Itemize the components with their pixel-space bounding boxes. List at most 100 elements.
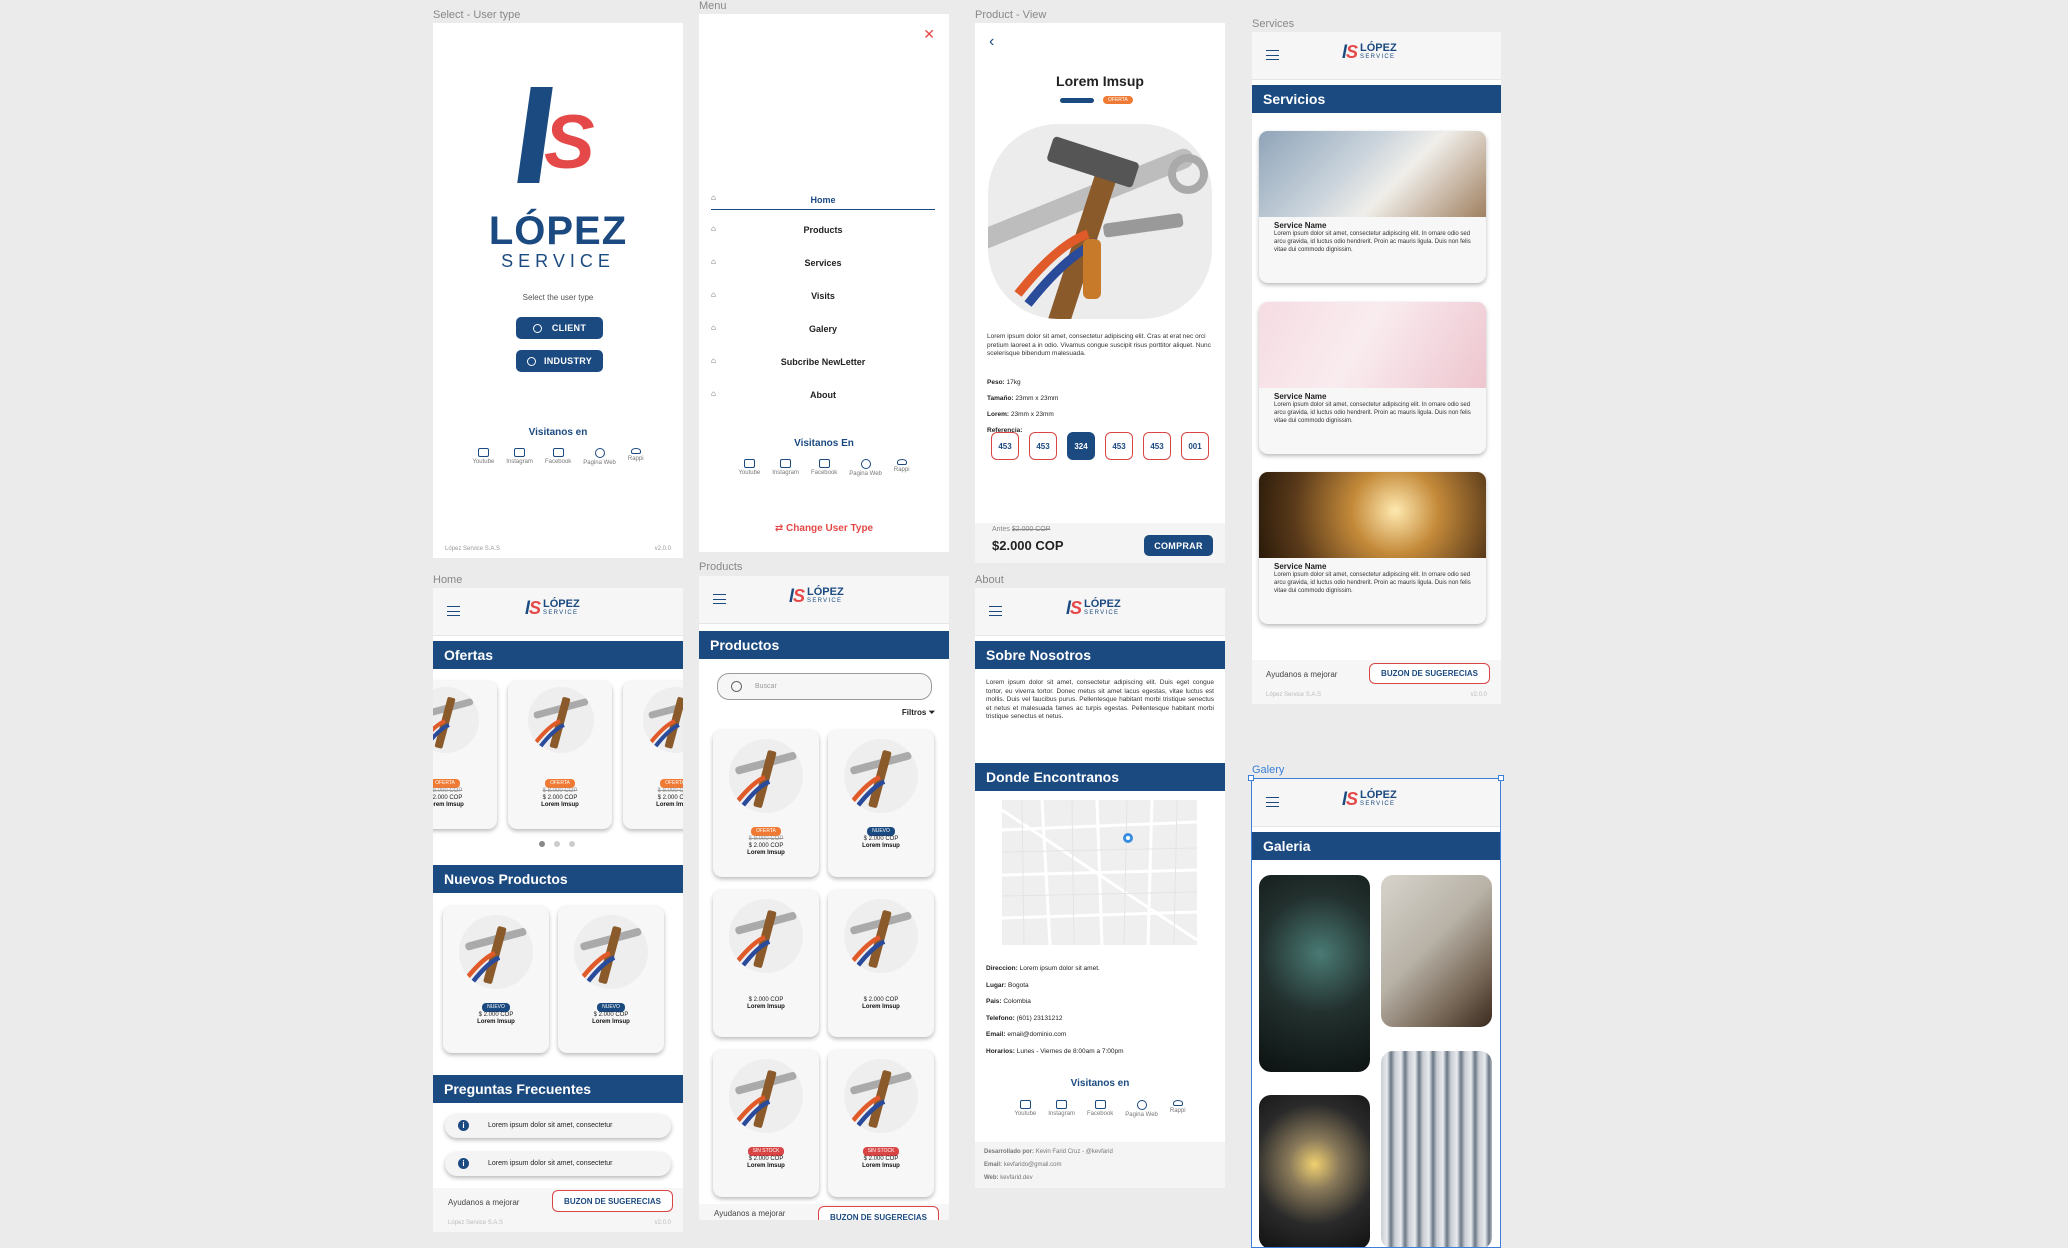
offer-card[interactable]: OFERTA$ 8.000 COP$ 2.000 COPLorem Imsup (623, 681, 683, 829)
reference-option[interactable]: 001 (1181, 432, 1209, 460)
service-image (1259, 472, 1486, 558)
frame-label-products: Products (699, 561, 743, 573)
new-product-card[interactable]: NUEVO $ 2.000 COP Lorem Imsup (558, 906, 664, 1053)
reference-option[interactable]: 453 (1029, 432, 1057, 460)
social-facebook[interactable]: Facebook (811, 459, 837, 477)
menu-item-services[interactable]: ⌂ Services (711, 243, 935, 276)
dev-row: Web: kevfarid.dev (984, 1175, 1033, 1181)
close-icon[interactable]: ✕ (923, 26, 935, 43)
menu-icon[interactable] (1266, 50, 1279, 60)
social-web[interactable]: Pagina Web (583, 448, 616, 466)
suggestions-button[interactable]: BUZON DE SUGERECIAS (1369, 663, 1490, 684)
dev-row: Desarrollado por: Kevin Farid Cruz - @ke… (984, 1149, 1113, 1155)
info-row: Email: email@dominio.com (986, 1031, 1067, 1039)
back-icon[interactable]: ‹ (989, 33, 994, 51)
contact-info: Direccion: Lorem ipsum dolor sit amet. L… (986, 961, 1124, 1061)
menu-item-newsletter[interactable]: ⌂ Subcribe NewLetter (711, 342, 935, 375)
about-frame: lS LÓPEZ SERVICE Sobre Nosotros Lorem ipsu… (975, 588, 1225, 1188)
top-bar: lS LÓPEZ SERVICE (1252, 32, 1501, 80)
menu-icon[interactable] (713, 594, 726, 604)
menu-item-about[interactable]: ⌂ About (711, 375, 935, 408)
gallery-image[interactable] (1259, 875, 1370, 1072)
reference-option[interactable]: 453 (1105, 432, 1133, 460)
menu-item-galery[interactable]: ⌂ Galery (711, 309, 935, 342)
service-card[interactable]: Service Name Lorem ipsum dolor sit amet, … (1259, 302, 1486, 454)
facebook-icon (818, 459, 830, 468)
frame-label-services: Services (1252, 18, 1295, 30)
product-card[interactable]: NUEVO $ 2.000 COP Lorem Imsup (828, 730, 934, 877)
top-bar: lS LÓPEZ SERVICE (1252, 779, 1500, 827)
menu-icon[interactable] (447, 606, 460, 616)
service-card[interactable]: Service Name Lorem ipsum dolor sit amet, … (1259, 472, 1486, 624)
gallery-image[interactable] (1381, 1051, 1492, 1247)
user-icon (526, 356, 536, 366)
selection-handle[interactable] (1498, 775, 1504, 781)
out-of-stock-badge: SIN STOCK (747, 1147, 785, 1156)
brand-logo: S (517, 87, 608, 187)
social-youtube[interactable]: Youtube (738, 459, 760, 477)
product-card[interactable]: $ 2.000 COP Lorem Imsup (713, 890, 819, 1037)
offer-badge: OFERTA (433, 779, 460, 788)
social-facebook[interactable]: Facebook (1087, 1100, 1113, 1118)
visit-heading: Visitanos En (794, 438, 854, 449)
carousel-dot-active[interactable] (539, 841, 545, 847)
product-image (528, 687, 594, 753)
social-facebook[interactable]: Facebook (545, 448, 571, 466)
suggestions-button[interactable]: BUZON DE SUGERECIAS (552, 1190, 673, 1212)
reference-option[interactable]: 453 (991, 432, 1019, 460)
service-card[interactable]: Service Name Lorem ipsum dolor sit amet, … (1259, 131, 1486, 283)
product-card[interactable]: SIN STOCK $ 2.000 COP Lorem Imsup (713, 1050, 819, 1197)
social-rappi[interactable]: Rappi (894, 459, 910, 477)
about-text: Lorem ipsum dolor sit amet, consectetur … (986, 679, 1214, 721)
suggestions-button[interactable]: BUZON DE SUGERECIAS (818, 1206, 939, 1220)
client-button[interactable]: CLIENT (516, 317, 603, 339)
social-web[interactable]: Pagina Web (1125, 1100, 1158, 1118)
info-row: Telefono: (601) 23131212 (986, 1014, 1063, 1022)
visit-heading: Visitanos en (1070, 1078, 1130, 1089)
gallery-heading: Galeria (1252, 832, 1500, 860)
social-youtube[interactable]: Youtube (472, 448, 494, 466)
menu-item-home[interactable]: ⌂ Home (711, 177, 935, 210)
selection-handle[interactable] (1248, 775, 1254, 781)
filters-button[interactable]: Filtros ⏷ (902, 708, 935, 718)
buy-button[interactable]: COMPRAR (1144, 535, 1213, 556)
reference-option[interactable]: 453 (1143, 432, 1171, 460)
search-input[interactable]: Buscar (717, 673, 932, 700)
gallery-image[interactable] (1259, 1095, 1370, 1247)
visit-heading: Visitanos en (528, 427, 588, 438)
faq-item[interactable]: i Lorem ipsum dolor sit amet, consectetu… (445, 1152, 671, 1176)
reference-option-selected[interactable]: 324 (1067, 432, 1095, 460)
social-web[interactable]: Pagina Web (849, 459, 882, 477)
industry-button[interactable]: INDUSTRY (516, 350, 603, 372)
product-card[interactable]: OFERTA $ 8.000 COP $ 2.000 COP Lorem Imsup (713, 730, 819, 877)
new-product-card[interactable]: NUEVO $ 2.000 COP Lorem Imsup (443, 906, 549, 1053)
product-card[interactable]: SIN STOCK $ 2.000 COP Lorem Imsup (828, 1050, 934, 1197)
product-card[interactable]: $ 2.000 COP Lorem Imsup (828, 890, 934, 1037)
offer-badge: OFERTA (1103, 96, 1133, 104)
social-instagram[interactable]: Instagram (506, 448, 533, 466)
product-image (433, 687, 479, 753)
gallery-image[interactable] (1381, 875, 1492, 1027)
location-map[interactable] (1002, 800, 1197, 945)
menu-icon[interactable] (1266, 797, 1279, 807)
social-instagram[interactable]: Instagram (1048, 1100, 1075, 1118)
social-youtube[interactable]: Youtube (1014, 1100, 1036, 1118)
social-rappi[interactable]: Rappi (628, 448, 644, 466)
faq-item[interactable]: i Lorem ipsum dolor sit amet, consectetu… (445, 1114, 671, 1138)
carousel-dot[interactable] (569, 841, 575, 847)
menu-icon[interactable] (989, 606, 1002, 616)
menu-item-products[interactable]: ⌂ Products (711, 210, 935, 243)
carousel-dot[interactable] (554, 841, 560, 847)
menu-item-visits[interactable]: ⌂ Visits (711, 276, 935, 309)
offer-card[interactable]: OFERTA$ 8.000 COP$ 2.000 COPLorem Imsup (508, 681, 612, 829)
offer-card[interactable]: OFERTA$ 8.000 COP$ 2.000 COPLorem Imsup (433, 681, 497, 829)
change-user-type-link[interactable]: ⇄ Change User Type (699, 523, 949, 534)
social-rappi[interactable]: Rappi (1170, 1100, 1186, 1118)
help-text: Ayudanos a mejorar (714, 1209, 786, 1218)
spec-row: Peso: 17kg (987, 379, 1021, 386)
category-pill (1060, 98, 1094, 103)
home-frame: lSLÓPEZSERVICE Ofertas OFERTA$ 8.000 COP… (433, 588, 683, 1232)
social-instagram[interactable]: Instagram (772, 459, 799, 477)
top-bar: lS LÓPEZ SERVICE (699, 576, 949, 624)
rappi-icon (630, 448, 641, 454)
